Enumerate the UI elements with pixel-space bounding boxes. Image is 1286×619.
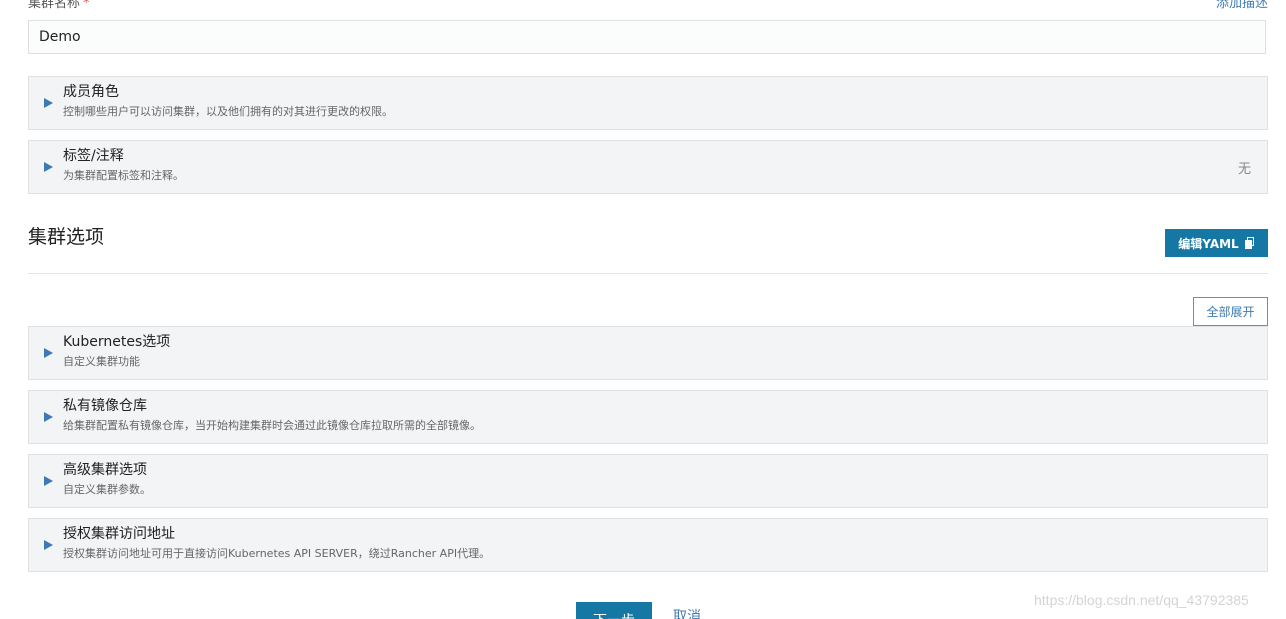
accordion-title: Kubernetes选项 [63,334,171,350]
accordion-labels-annotations[interactable]: 标签/注释 为集群配置标签和注释。 无 [28,140,1268,194]
expand-arrow-icon [44,540,53,550]
accordion-title: 标签/注释 [63,148,124,164]
expand-arrow-icon [44,476,53,486]
accordion-authorized-endpoint[interactable]: 授权集群访问地址 授权集群访问地址可用于直接访问Kubernetes API S… [28,518,1268,572]
add-description-link[interactable]: 添加描述 [1216,0,1268,12]
cluster-name-label: 集群名称 * [28,0,90,12]
accordion-description: 自定义集群参数。 [63,483,151,496]
next-button[interactable]: 下一步 [576,602,652,619]
cluster-options-title: 集群选项 [28,226,105,248]
edit-yaml-button[interactable]: 编辑YAML [1165,229,1268,257]
accordion-title: 高级集群选项 [63,462,147,478]
accordion-description: 授权集群访问地址可用于直接访问Kubernetes API SERVER，绕过R… [63,547,491,560]
accordion-status: 无 [1237,162,1251,177]
expand-arrow-icon [44,98,53,108]
accordion-description: 为集群配置标签和注释。 [63,169,184,182]
accordion-description: 给集群配置私有镜像仓库，当开始构建集群时会通过此镜像仓库拉取所需的全部镜像。 [63,419,481,432]
accordion-title: 成员角色 [63,84,119,100]
accordion-advanced-options[interactable]: 高级集群选项 自定义集群参数。 [28,454,1268,508]
accordion-description: 自定义集群功能 [63,355,140,368]
cluster-name-label-text: 集群名称 [28,0,81,11]
cluster-name-input[interactable] [28,20,1266,54]
expand-arrow-icon [44,412,53,422]
expand-arrow-icon [44,348,53,358]
accordion-title: 私有镜像仓库 [63,398,147,414]
required-mark: * [83,0,90,11]
accordion-description: 控制哪些用户可以访问集群，以及他们拥有的对其进行更改的权限。 [63,105,393,118]
accordion-title: 授权集群访问地址 [63,526,175,542]
expand-arrow-icon [44,162,53,172]
copy-icon [1244,237,1255,249]
edit-yaml-label: 编辑YAML [1178,236,1239,251]
accordion-member-roles[interactable]: 成员角色 控制哪些用户可以访问集群，以及他们拥有的对其进行更改的权限。 [28,76,1268,130]
accordion-kubernetes-options[interactable]: Kubernetes选项 自定义集群功能 [28,326,1268,380]
watermark: https://blog.csdn.net/qq_43792385 [1034,592,1249,608]
section-divider [28,273,1268,274]
cancel-button[interactable]: 取消 [673,608,701,619]
expand-all-button[interactable]: 全部展开 [1193,297,1268,326]
cluster-create-form: 集群名称* 添加描述 成员角色 控制哪些用户可以访问集群，以及他们拥有的对其进行… [0,0,1286,619]
accordion-private-registry[interactable]: 私有镜像仓库 给集群配置私有镜像仓库，当开始构建集群时会通过此镜像仓库拉取所需的… [28,390,1268,444]
